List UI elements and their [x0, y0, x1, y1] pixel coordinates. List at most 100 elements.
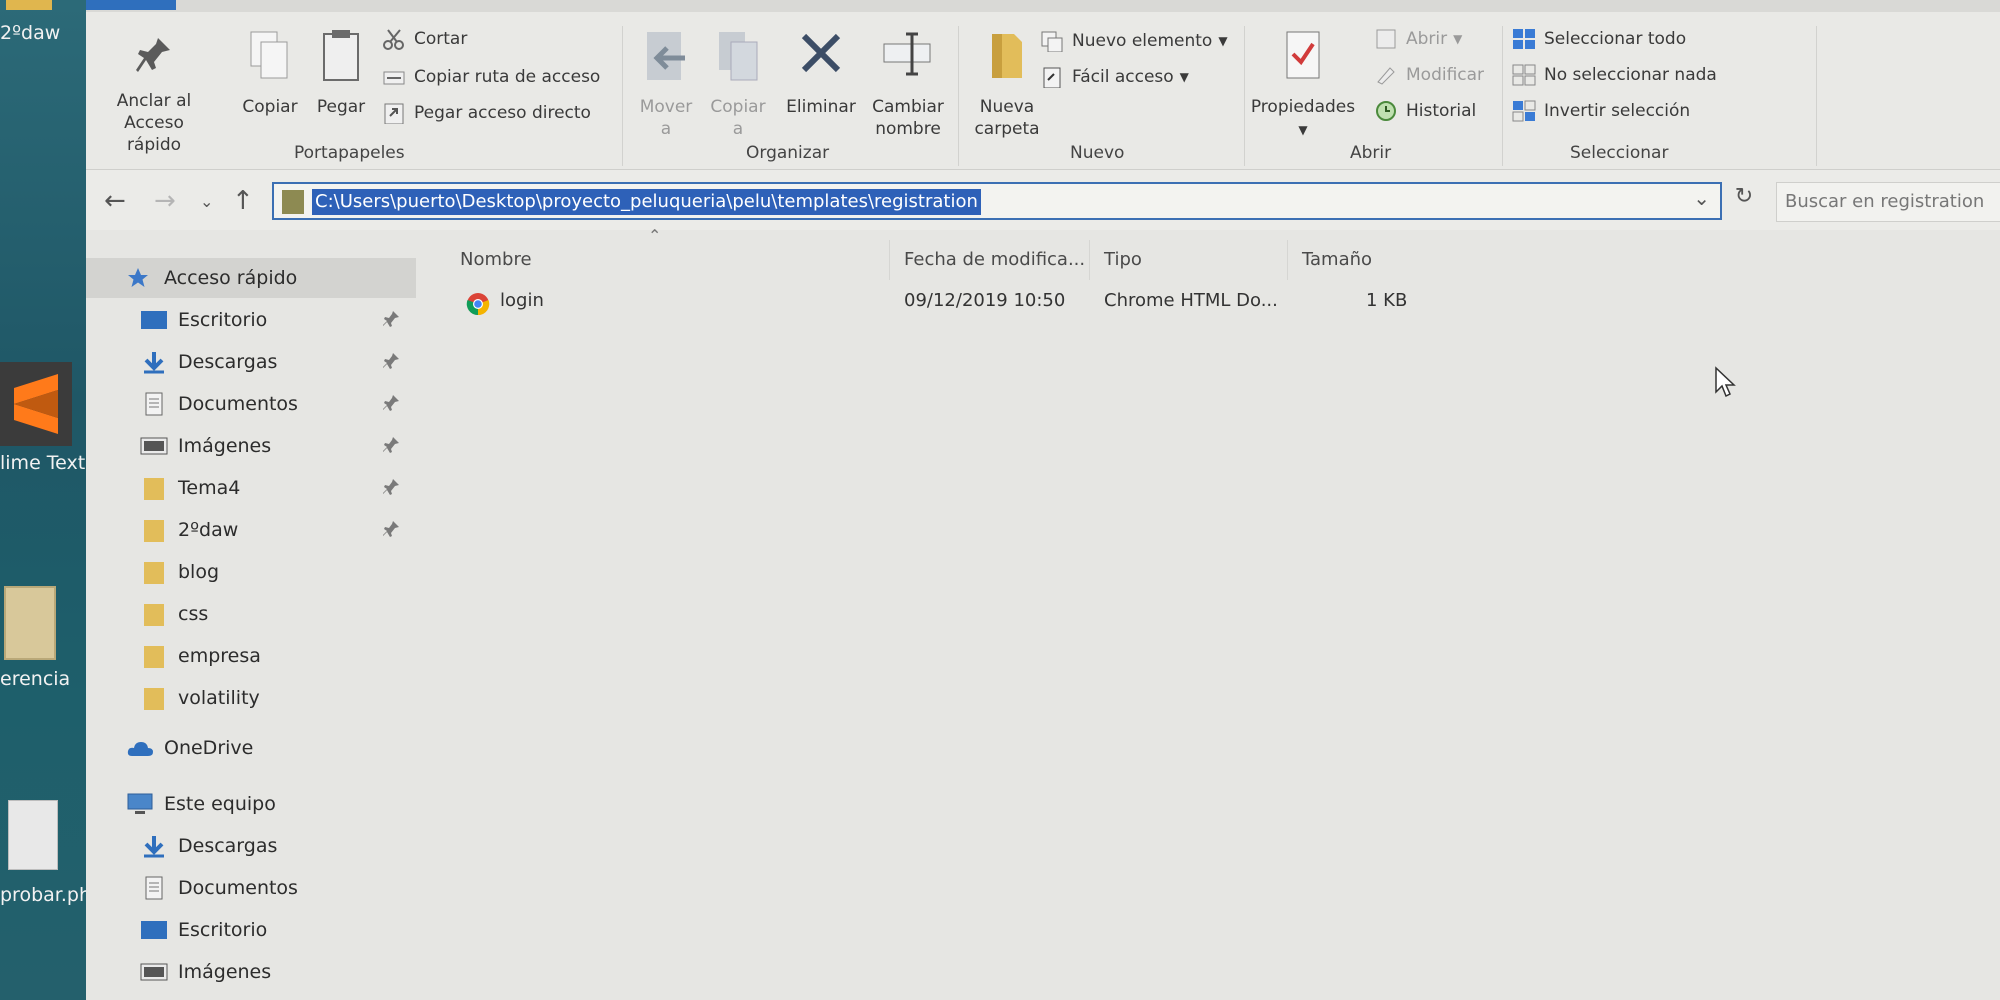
sidebar-item-pc-documentos[interactable]: Documentos [86, 868, 416, 908]
new-folder-button[interactable]: Nueva carpeta [962, 28, 1052, 140]
group-label-abrir: Abrir [1350, 143, 1392, 163]
file-icon[interactable] [8, 800, 58, 870]
sidebar-item-css[interactable]: css [86, 594, 416, 634]
edit-button[interactable]: Modificar [1374, 64, 1484, 86]
pin-icon[interactable] [382, 310, 400, 328]
properties-check-icon [1248, 28, 1358, 90]
group-separator [1502, 26, 1503, 166]
file-name[interactable]: login [500, 290, 544, 311]
pin-icon[interactable] [382, 352, 400, 370]
edit-label: Modificar [1406, 65, 1485, 85]
open-button[interactable]: Abrir ▼ [1374, 28, 1462, 50]
copy-to-button[interactable]: Copiar a [702, 28, 774, 140]
new-item-label: Nuevo elemento [1072, 31, 1213, 51]
pin-icon[interactable] [382, 436, 400, 454]
select-none-button[interactable]: No seleccionar nada [1512, 64, 1717, 86]
desktop-label-2daw[interactable]: 2ºdaw [0, 22, 60, 44]
column-header-date[interactable]: Fecha de modifica... [890, 240, 1090, 280]
easy-access-label: Fácil acceso [1072, 67, 1174, 87]
copy-to-label-2: a [732, 119, 744, 139]
cut-button[interactable]: Cortar [382, 28, 467, 50]
move-to-button[interactable]: Mover a [630, 28, 702, 140]
back-arrow-icon[interactable]: ← [104, 186, 126, 216]
desktop-label-herencia[interactable]: erencia [0, 668, 70, 690]
tab-archivo[interactable] [86, 0, 176, 10]
invert-selection-button[interactable]: Invertir selección [1512, 100, 1690, 122]
sidebar-item-volatility[interactable]: volatility [86, 678, 416, 718]
group-separator [1244, 26, 1245, 166]
dropdown-arrow-icon: ▼ [1453, 32, 1463, 46]
group-label-nuevo: Nuevo [1070, 143, 1125, 163]
select-all-button[interactable]: Seleccionar todo [1512, 28, 1686, 50]
group-separator [622, 26, 623, 166]
chevron-down-icon[interactable]: ⌄ [1693, 186, 1710, 210]
sidebar-item-pc-escritorio[interactable]: Escritorio [86, 910, 416, 950]
sidebar-item-pc-descargas[interactable]: Descargas [86, 826, 416, 866]
sidebar-item-documentos[interactable]: Documentos [86, 384, 416, 424]
table-row[interactable]: login 09/12/2019 10:50 Chrome HTML Do...… [446, 280, 1546, 324]
paste-shortcut-icon [382, 102, 406, 125]
select-all-icon [1512, 28, 1536, 50]
delete-label: Eliminar [786, 97, 856, 117]
sidebar-item-this-pc[interactable]: Este equipo [86, 784, 416, 824]
sidebar-item-empresa[interactable]: empresa [86, 636, 416, 676]
copy-button[interactable]: Copiar [232, 28, 308, 118]
sidebar-item-onedrive[interactable]: OneDrive [86, 728, 416, 768]
sidebar-item-imagenes[interactable]: Imágenes [86, 426, 416, 466]
delete-button[interactable]: Eliminar [776, 28, 866, 118]
refresh-icon[interactable]: ↻ [1730, 184, 1758, 216]
address-path[interactable]: C:\Users\puerto\Desktop\proyecto_peluque… [312, 189, 981, 215]
computer-icon [126, 792, 154, 816]
rename-button[interactable]: Cambiar nombre [866, 28, 950, 140]
folder-icon [140, 686, 168, 710]
recent-locations-chevron-icon[interactable]: ⌄ [200, 192, 213, 211]
folder-icon [140, 644, 168, 668]
folder-icon[interactable] [6, 0, 52, 10]
sidebar-item-label: volatility [178, 687, 260, 709]
sidebar-item-2daw[interactable]: 2ºdaw [86, 510, 416, 550]
group-separator [958, 26, 959, 166]
pin-quick-access-button[interactable]: Anclar al Acceso rápido [96, 34, 212, 156]
folder-icon [140, 518, 168, 542]
history-button[interactable]: Historial [1374, 100, 1476, 122]
sublime-text-icon[interactable] [0, 362, 72, 446]
scissors-icon [382, 28, 406, 50]
forward-arrow-icon[interactable]: → [154, 186, 176, 216]
sidebar-item-descargas[interactable]: Descargas [86, 342, 416, 382]
properties-label: Propiedades [1250, 97, 1356, 117]
address-bar[interactable]: C:\Users\puerto\Desktop\proyecto_peluque… [272, 182, 1722, 220]
paste-button[interactable]: Pegar [308, 28, 374, 118]
new-item-button[interactable]: Nuevo elemento ▼ [1040, 30, 1228, 53]
copy-path-button[interactable]: Copiar ruta de acceso [382, 66, 600, 88]
easy-access-button[interactable]: Fácil acceso ▼ [1040, 66, 1189, 89]
column-header-size[interactable]: Tamaño [1288, 240, 1428, 280]
properties-button[interactable]: Propiedades ▼ [1248, 28, 1358, 141]
navigation-bar: ← → ⌄ ↑ C:\Users\puerto\Desktop\proyecto… [86, 170, 2000, 230]
pin-icon[interactable] [382, 478, 400, 496]
new-item-icon [1040, 30, 1064, 53]
column-header-type[interactable]: Tipo [1090, 240, 1288, 280]
column-header-name[interactable]: Nombre [446, 240, 890, 280]
sidebar-item-tema4[interactable]: Tema4 [86, 468, 416, 508]
sidebar-item-label: Imágenes [178, 435, 272, 457]
delete-x-icon [776, 28, 866, 90]
sidebar-item-quick-access[interactable]: Acceso rápido [86, 258, 416, 298]
group-label-portapapeles: Portapapeles [294, 143, 405, 163]
invert-selection-icon [1512, 100, 1536, 122]
search-box[interactable]: Buscar en registration ⚲ [1776, 182, 2000, 222]
pin-icon[interactable] [382, 394, 400, 412]
folder-icon[interactable] [4, 586, 56, 660]
up-arrow-icon[interactable]: ↑ [232, 186, 254, 216]
sidebar-item-escritorio[interactable]: Escritorio [86, 300, 416, 340]
pin-icon[interactable] [382, 520, 400, 538]
star-icon [126, 266, 154, 290]
sidebar-item-label: Este equipo [164, 793, 276, 815]
desktop-label-sublime[interactable]: lime Text [0, 452, 85, 474]
paste-shortcut-button[interactable]: Pegar acceso directo [382, 102, 591, 125]
dropdown-arrow-icon: ▼ [1218, 34, 1228, 48]
sidebar-item-pc-imagenes[interactable]: Imágenes [86, 952, 416, 992]
dropdown-arrow-icon: ▼ [1298, 123, 1308, 137]
sidebar-item-blog[interactable]: blog [86, 552, 416, 592]
document-icon [140, 392, 168, 416]
desktop-label-probar[interactable]: probar.ph [0, 884, 91, 906]
